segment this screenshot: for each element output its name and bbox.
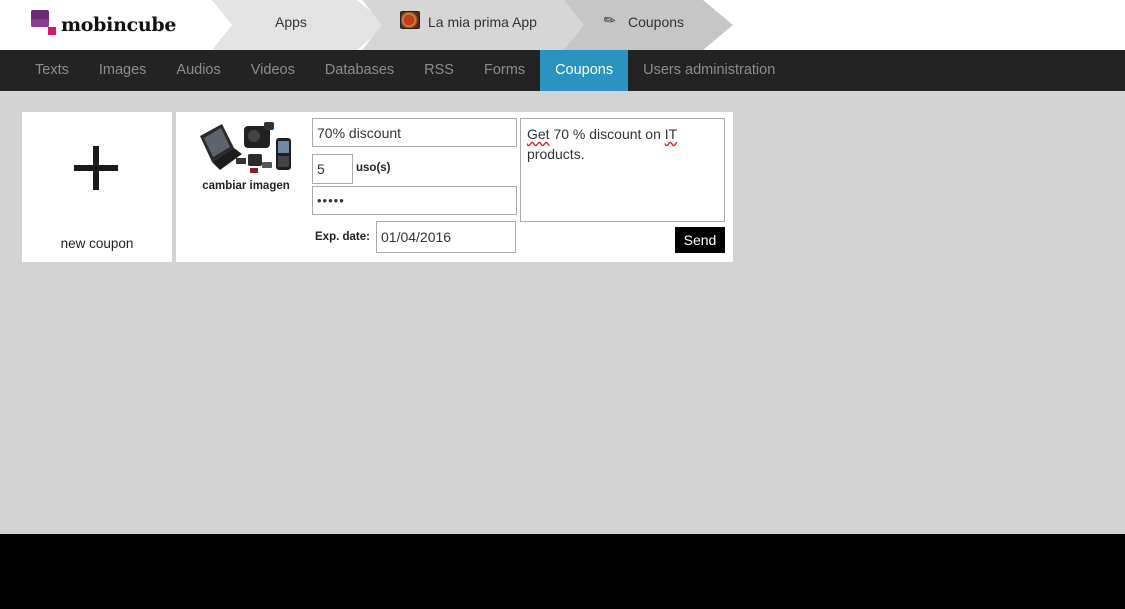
logo-mark-icon bbox=[31, 10, 57, 36]
exp-date-label: Exp. date: bbox=[315, 231, 370, 243]
coupon-uses-input[interactable]: 5 bbox=[312, 154, 353, 184]
description-part-4: products. bbox=[527, 146, 585, 162]
new-coupon-label: new coupon bbox=[60, 236, 134, 251]
coupon-code-password-input[interactable]: ••••• bbox=[312, 186, 517, 215]
uses-label: uso(s) bbox=[356, 162, 391, 174]
exp-date-value: 01/04/2016 bbox=[381, 229, 452, 245]
breadcrumb-apps[interactable]: Apps bbox=[212, 0, 387, 50]
coupon-image[interactable] bbox=[196, 118, 296, 178]
nav-item-texts[interactable]: Texts bbox=[20, 50, 84, 91]
nav-item-videos[interactable]: Videos bbox=[236, 50, 310, 91]
exp-date-input[interactable]: 01/04/2016 bbox=[376, 221, 516, 253]
section-nav: Texts Images Audios Videos Databases RSS… bbox=[0, 50, 1125, 91]
description-part-1: Get bbox=[527, 126, 550, 142]
coupon-title-value: 70% discount bbox=[317, 124, 402, 141]
nav-item-users-administration[interactable]: Users administration bbox=[628, 50, 790, 91]
mobincube-logo[interactable]: mobincube bbox=[31, 8, 176, 38]
plus-icon bbox=[74, 146, 118, 190]
breadcrumb-coupons-label: Coupons bbox=[628, 14, 685, 30]
nav-item-forms[interactable]: Forms bbox=[469, 50, 540, 91]
nav-item-images[interactable]: Images bbox=[84, 50, 162, 91]
top-bar: mobincube Apps La mia prima App ✎ Coupon… bbox=[0, 0, 1125, 50]
nav-item-rss[interactable]: RSS bbox=[409, 50, 469, 91]
coupon-description-textarea[interactable]: Get 70 % discount on IT products. bbox=[520, 118, 725, 222]
breadcrumb-app-label: La mia prima App bbox=[428, 14, 537, 30]
description-part-2: 70 % discount on bbox=[549, 126, 665, 142]
breadcrumb-apps-label: Apps bbox=[275, 14, 307, 30]
coupon-uses-value: 5 bbox=[317, 161, 325, 177]
nav-item-databases[interactable]: Databases bbox=[310, 50, 409, 91]
nav-item-coupons[interactable]: Coupons bbox=[540, 50, 629, 91]
description-part-3: IT bbox=[664, 126, 677, 142]
change-image-link[interactable]: cambiar imagen bbox=[196, 180, 296, 192]
footer-bar bbox=[0, 534, 1125, 609]
breadcrumb-coupons[interactable]: ✎ Coupons bbox=[564, 0, 733, 50]
app-thumbnail-icon bbox=[400, 11, 420, 29]
coupon-code-value: ••••• bbox=[317, 193, 345, 208]
coupon-tag-icon: ✎ bbox=[600, 10, 619, 31]
send-button[interactable]: Send bbox=[675, 227, 725, 253]
breadcrumb-app[interactable]: La mia prima App bbox=[362, 0, 594, 50]
nav-item-audios[interactable]: Audios bbox=[161, 50, 235, 91]
new-coupon-tile[interactable]: new coupon bbox=[22, 112, 172, 262]
logo-text: mobincube bbox=[61, 14, 177, 36]
coupon-card: cambiar imagen 70% discount 5 uso(s) •••… bbox=[176, 112, 733, 262]
coupon-title-input[interactable]: 70% discount bbox=[312, 118, 517, 147]
